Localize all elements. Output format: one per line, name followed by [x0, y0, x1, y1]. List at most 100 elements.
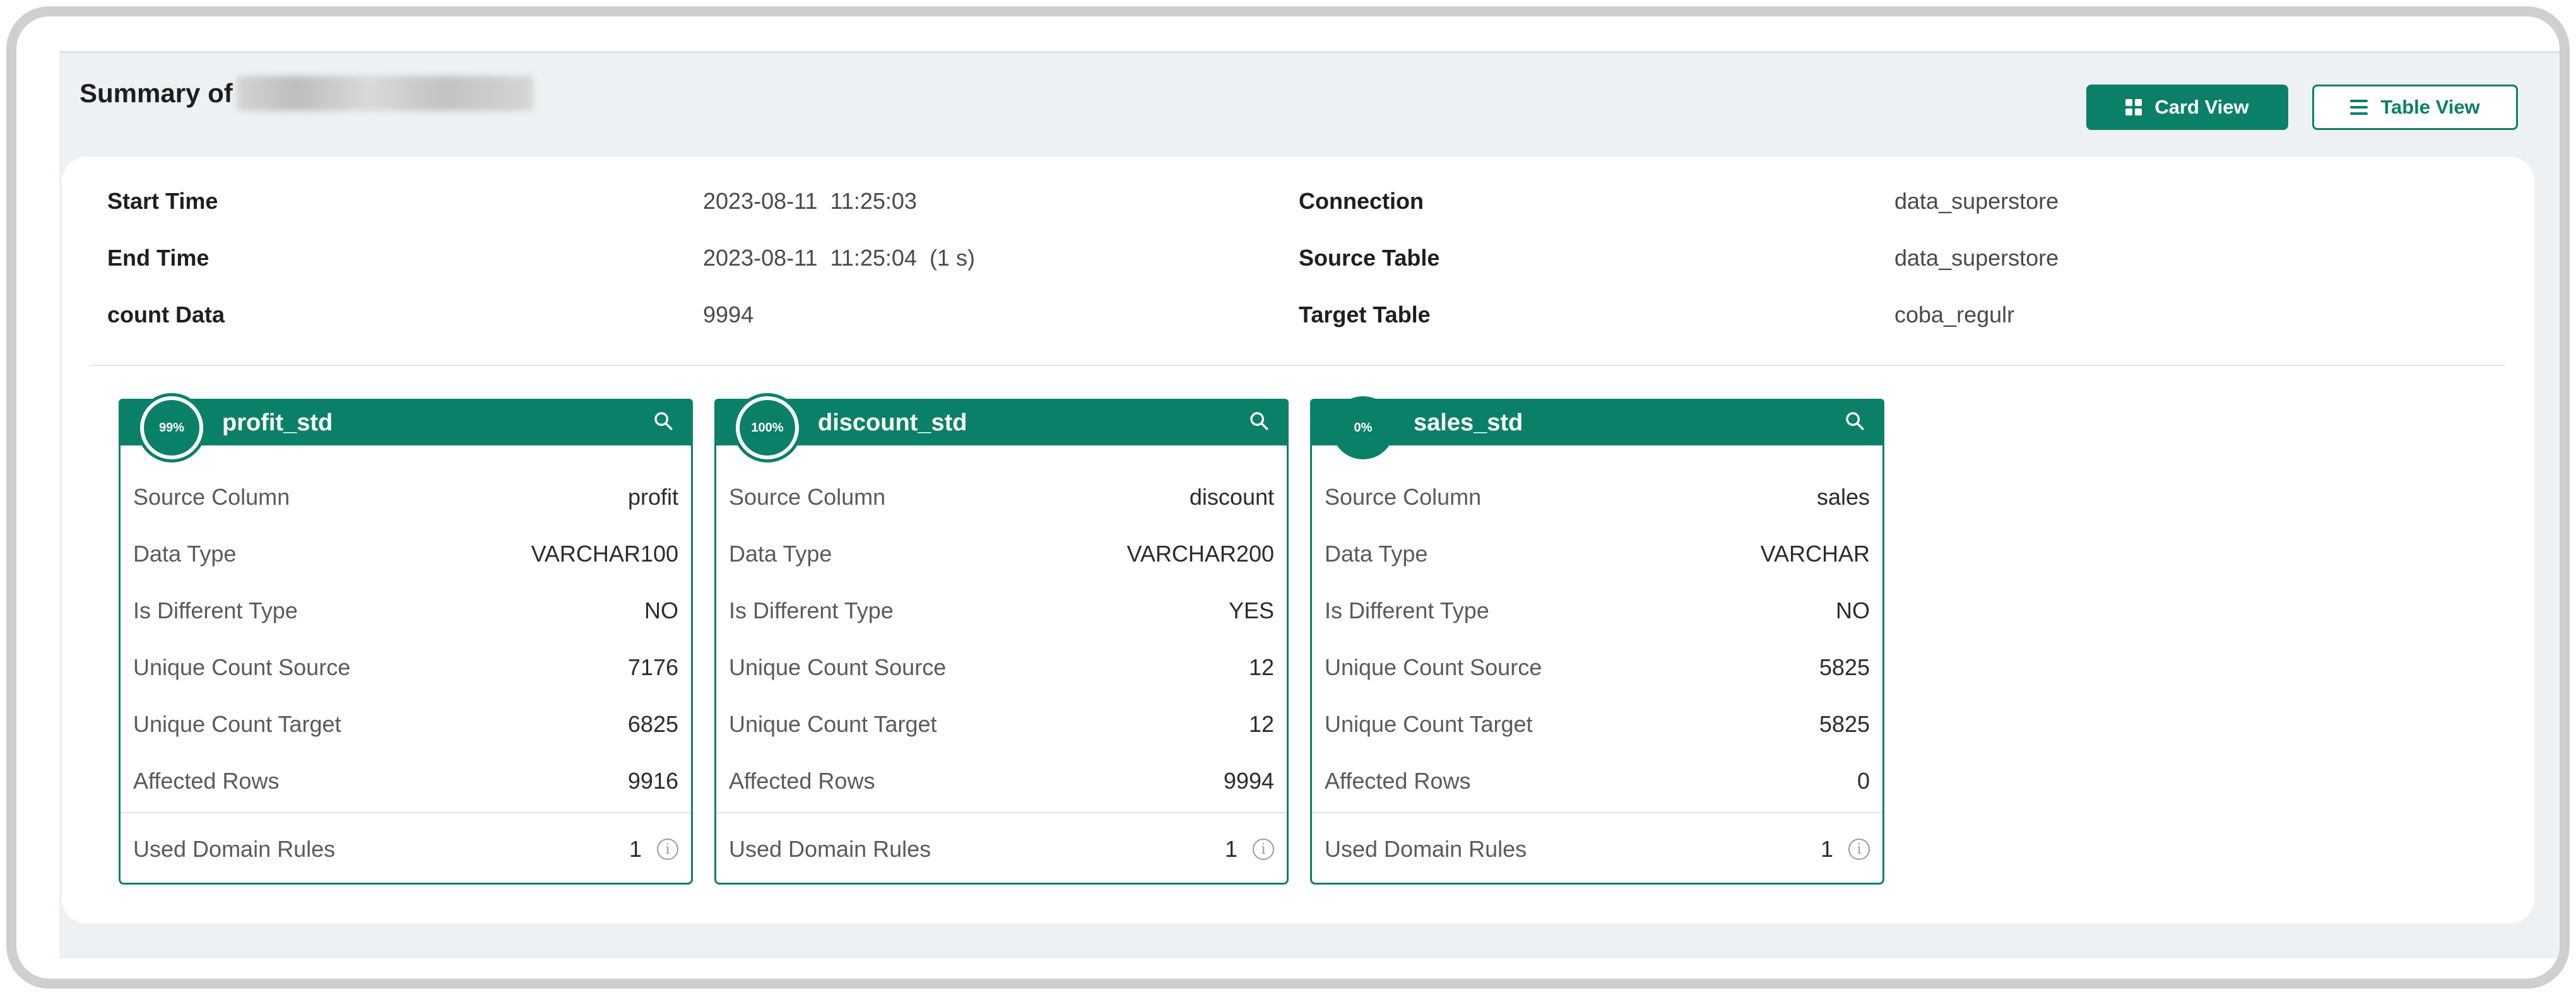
unique-count-target-label: Unique Count Target — [1325, 711, 1533, 737]
unique-count-target-value: 5825 — [1819, 711, 1870, 737]
source-column-label: Source Column — [133, 484, 290, 510]
table-view-label: Table View — [2380, 96, 2480, 118]
affected-rows-label: Affected Rows — [729, 768, 875, 794]
row-unique-count-source: Unique Count Source 7176 — [121, 639, 691, 696]
affected-rows-label: Affected Rows — [133, 768, 280, 794]
count-data-label: count Data — [107, 302, 225, 327]
end-time-value: 2023-08-11 11:25:04 (1 s) — [703, 245, 975, 271]
column-card: 99% profit_std Source Column profit Data … — [119, 396, 693, 885]
start-time-label: Start Time — [107, 188, 218, 214]
column-card: 0% sales_std Source Column sales Data Typ… — [1310, 396, 1884, 885]
used-domain-rules-label: Used Domain Rules — [133, 836, 336, 862]
affected-rows-value: 9916 — [627, 768, 678, 794]
data-type-label: Data Type — [729, 541, 832, 567]
match-percent-badge: 100% — [736, 396, 799, 459]
source-column-value: profit — [627, 484, 678, 510]
used-domain-rules-label: Used Domain Rules — [1325, 836, 1527, 862]
card-title: profit_std — [222, 409, 333, 436]
unique-count-source-value: 5825 — [1819, 654, 1870, 680]
column-card: 100% discount_std Source Column discount … — [714, 396, 1289, 885]
match-percent-badge: 0% — [1332, 396, 1395, 459]
row-data-type: Data Type VARCHAR200 — [716, 526, 1287, 582]
row-used-domain-rules: Used Domain Rules 1 i — [121, 821, 691, 878]
unique-count-target-label: Unique Count Target — [133, 711, 341, 737]
card-divider — [716, 812, 1287, 813]
unique-count-source-value: 7176 — [627, 654, 678, 680]
search-icon[interactable] — [653, 410, 674, 432]
row-is-different-type: Is Different Type NO — [1312, 582, 1882, 639]
table-view-button[interactable]: Table View — [2312, 85, 2518, 130]
card-divider — [1312, 812, 1882, 813]
row-data-type: Data Type VARCHAR — [1312, 526, 1882, 582]
row-is-different-type: Is Different Type NO — [121, 582, 691, 639]
unique-count-target-label: Unique Count Target — [729, 711, 937, 737]
unique-count-source-label: Unique Count Source — [729, 654, 947, 680]
info-icon[interactable]: i — [657, 839, 678, 860]
is-different-type-value: NO — [644, 598, 678, 623]
unique-count-target-value: 12 — [1248, 711, 1274, 737]
match-percent-badge: 99% — [140, 396, 203, 459]
used-domain-rules-value: 1 — [1224, 836, 1238, 862]
source-column-value: discount — [1189, 484, 1274, 510]
unique-count-source-value: 12 — [1248, 654, 1274, 680]
used-domain-rules-value: 1 — [1820, 836, 1833, 862]
row-data-type: Data Type VARCHAR100 — [121, 526, 691, 582]
unique-count-source-label: Unique Count Source — [1325, 654, 1542, 680]
target-table-value: coba_regulr — [1894, 302, 2015, 327]
data-type-label: Data Type — [1325, 541, 1428, 567]
affected-rows-label: Affected Rows — [1325, 768, 1471, 794]
count-data-value: 9994 — [703, 302, 754, 327]
card-header: 99% profit_std — [119, 396, 693, 459]
info-icon[interactable]: i — [1253, 839, 1274, 860]
card-view-button[interactable]: Card View — [2086, 85, 2288, 130]
row-unique-count-source: Unique Count Source 12 — [716, 639, 1287, 696]
redacted-name — [236, 76, 533, 111]
page-title-text: Summary of — [80, 78, 233, 108]
row-affected-rows: Affected Rows 9916 — [121, 753, 691, 810]
row-source-column: Source Column sales — [1312, 469, 1882, 526]
connection-value: data_superstore — [1894, 188, 2059, 214]
row-used-domain-rules: Used Domain Rules 1 i — [716, 821, 1287, 878]
section-divider — [90, 365, 2505, 366]
row-unique-count-target: Unique Count Target 12 — [716, 696, 1287, 753]
page-title: Summary of — [80, 76, 533, 111]
used-domain-rules-label: Used Domain Rules — [729, 836, 931, 862]
is-different-type-value: NO — [1836, 598, 1870, 623]
source-table-label: Source Table — [1299, 245, 1440, 271]
card-header: 0% sales_std — [1310, 396, 1884, 459]
source-column-value: sales — [1816, 484, 1870, 510]
target-table-label: Target Table — [1299, 302, 1431, 327]
card-divider — [121, 812, 691, 813]
source-column-label: Source Column — [729, 484, 886, 510]
affected-rows-value: 0 — [1857, 768, 1870, 794]
data-type-value: VARCHAR — [1760, 541, 1870, 567]
grid-icon — [2125, 99, 2142, 115]
row-unique-count-source: Unique Count Source 5825 — [1312, 639, 1882, 696]
connection-label: Connection — [1299, 188, 1424, 214]
row-source-column: Source Column discount — [716, 469, 1287, 526]
data-type-label: Data Type — [133, 541, 237, 567]
row-affected-rows: Affected Rows 0 — [1312, 753, 1882, 810]
used-domain-rules-value: 1 — [629, 836, 642, 862]
row-unique-count-target: Unique Count Target 6825 — [121, 696, 691, 753]
row-unique-count-target: Unique Count Target 5825 — [1312, 696, 1882, 753]
info-icon[interactable]: i — [1848, 839, 1870, 860]
card-title: discount_std — [818, 409, 967, 436]
search-icon[interactable] — [1248, 410, 1270, 432]
unique-count-target-value: 6825 — [627, 711, 678, 737]
is-different-type-label: Is Different Type — [133, 598, 298, 623]
is-different-type-label: Is Different Type — [1325, 598, 1489, 623]
start-time-value: 2023-08-11 11:25:03 — [703, 188, 917, 214]
card-header: 100% discount_std — [714, 396, 1289, 459]
row-used-domain-rules: Used Domain Rules 1 i — [1312, 821, 1882, 878]
card-view-label: Card View — [2154, 96, 2249, 118]
search-icon[interactable] — [1844, 410, 1865, 432]
row-is-different-type: Is Different Type YES — [716, 582, 1287, 639]
card-title: sales_std — [1414, 409, 1523, 436]
end-time-label: End Time — [107, 245, 210, 271]
row-source-column: Source Column profit — [121, 469, 691, 526]
affected-rows-value: 9994 — [1223, 768, 1274, 794]
is-different-type-value: YES — [1228, 598, 1274, 623]
list-icon — [2350, 100, 2368, 115]
source-table-value: data_superstore — [1894, 245, 2059, 271]
